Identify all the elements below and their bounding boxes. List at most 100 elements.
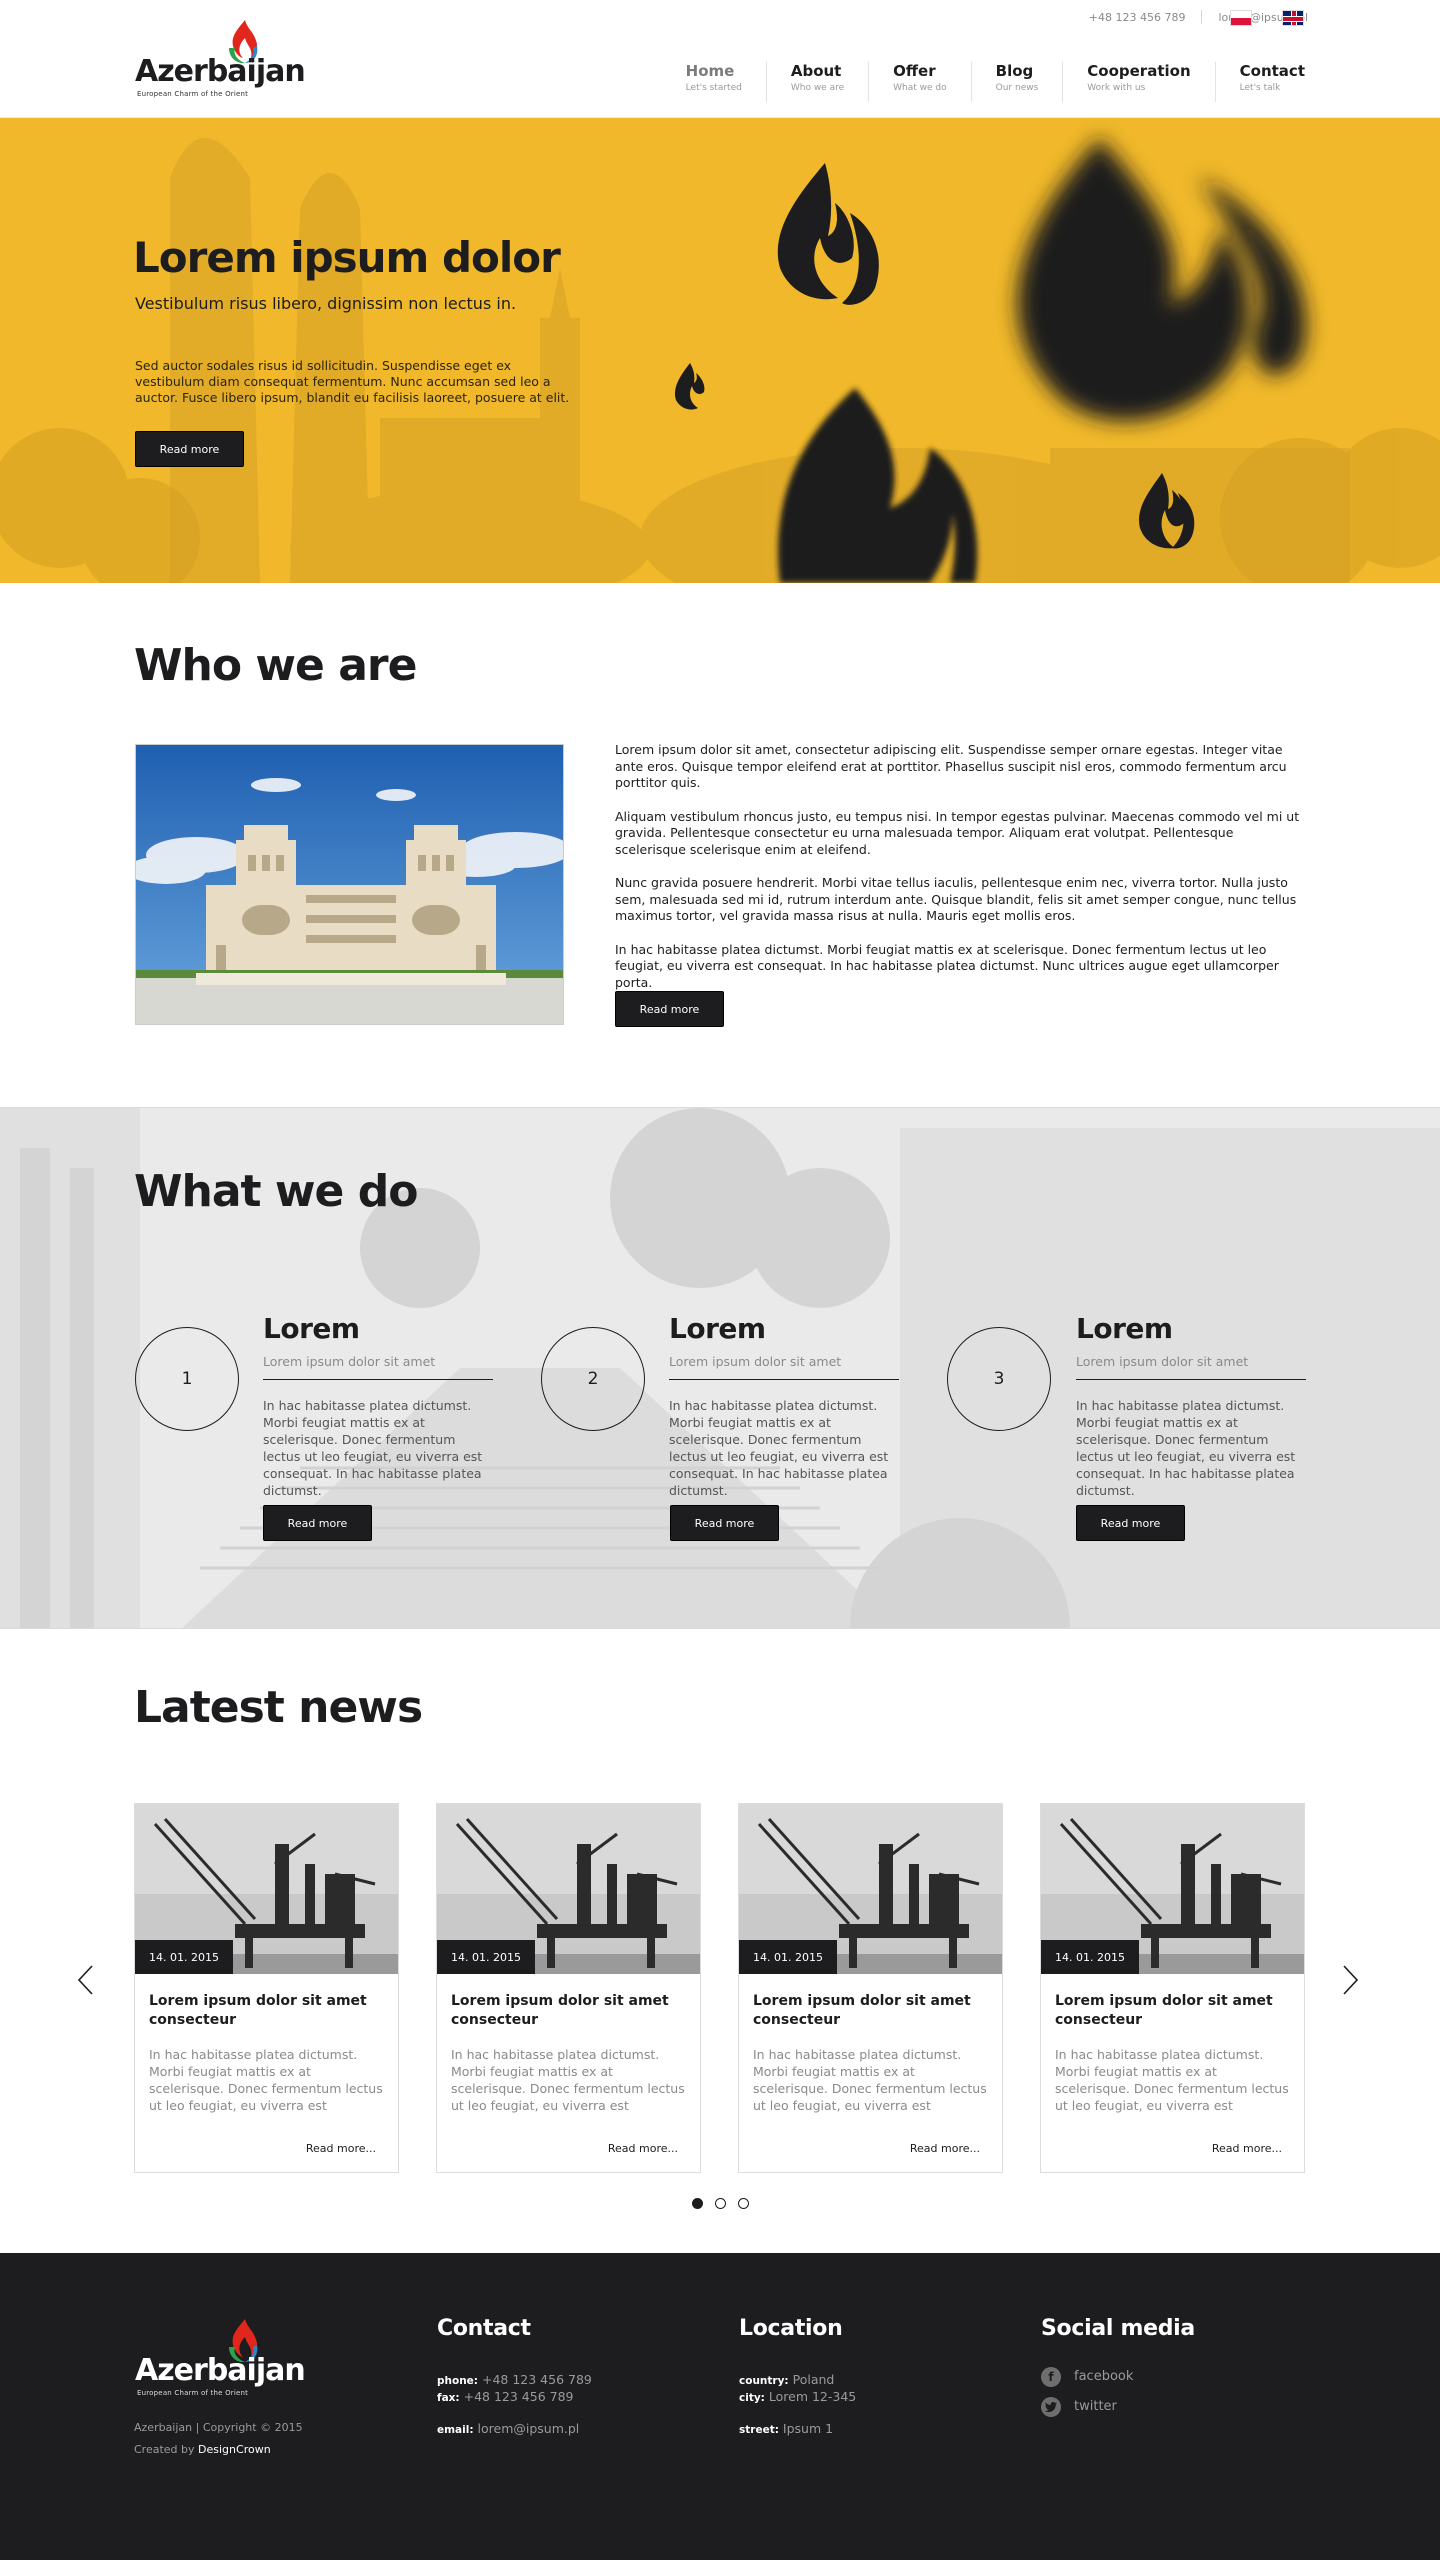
footer-country: country: Poland <box>739 2372 834 2387</box>
news-date-badge: 14. 01. 2015 <box>739 1940 837 1974</box>
what-we-do-heading: What we do <box>134 1166 418 1217</box>
news-read-more-link[interactable]: Read more... <box>1212 2142 1282 2155</box>
service-number-circle: 2 <box>541 1327 645 1431</box>
nav-sublabel: Who we are <box>790 83 845 93</box>
nav-item-home[interactable]: Home Let's started <box>662 62 766 102</box>
news-read-more-link[interactable]: Read more... <box>910 2142 980 2155</box>
service-subtitle: Lorem ipsum dolor sit amet <box>263 1354 493 1380</box>
footer-logo[interactable]: Azerbaijan European Charm of the Orient <box>135 2317 306 2399</box>
building-image <box>136 745 563 1024</box>
site-header: +48 123 456 789 lorem@ipsum.pl Azerbaija… <box>0 0 1440 118</box>
service-read-more-button[interactable]: Read more <box>670 1505 779 1541</box>
nav-sublabel: Let's started <box>685 83 742 93</box>
news-excerpt: In hac habitasse platea dictumst. Morbi … <box>451 2047 685 2113</box>
news-read-more-link[interactable]: Read more... <box>608 2142 678 2155</box>
main-nav: Home Let's started About Who we are Offe… <box>662 62 1305 102</box>
service-subtitle: Lorem ipsum dolor sit amet <box>1076 1354 1306 1380</box>
facebook-link[interactable]: facebook <box>1074 2369 1133 2384</box>
street-label: street: <box>739 2424 779 2436</box>
designcrown-link[interactable]: DesignCrown <box>198 2443 271 2456</box>
hero-background-image <box>0 138 1440 583</box>
nav-item-blog[interactable]: Blog Our news <box>970 62 1063 102</box>
footer-phone: phone: +48 123 456 789 <box>437 2372 592 2387</box>
news-card[interactable]: 14. 01. 2015 Lorem ipsum dolor sit amet … <box>738 1803 1003 2173</box>
nav-sublabel: Let's talk <box>1239 83 1281 93</box>
logo-wordmark: Azerbaijan <box>135 54 306 89</box>
service-read-more-button[interactable]: Read more <box>263 1505 372 1541</box>
copyright-text: Azerbaijan | Copyright © 2015 <box>134 2421 303 2434</box>
nav-item-offer[interactable]: Offer What we do <box>868 62 971 102</box>
government-house-photo <box>135 744 564 1025</box>
news-title[interactable]: Lorem ipsum dolor sit amet consecteur <box>1055 1992 1291 2030</box>
news-date-badge: 14. 01. 2015 <box>1041 1940 1139 1974</box>
street-value: Ipsum 1 <box>782 2421 834 2436</box>
news-card[interactable]: 14. 01. 2015 Lorem ipsum dolor sit amet … <box>134 1803 399 2173</box>
carousel-prev-arrow-icon[interactable] <box>74 1963 98 1997</box>
service-title: Lorem <box>1076 1312 1173 1345</box>
latest-news-heading: Latest news <box>134 1682 423 1733</box>
email-label: email: <box>437 2424 474 2436</box>
fax-value: +48 123 456 789 <box>463 2389 574 2404</box>
news-date-badge: 14. 01. 2015 <box>135 1940 233 1974</box>
who-read-more-button[interactable]: Read more <box>615 991 724 1027</box>
footer-city: city: Lorem 12-345 <box>739 2389 856 2404</box>
carousel-dot[interactable] <box>738 2198 749 2209</box>
service-description: In hac habitasse platea dictumst. Morbi … <box>1076 1398 1296 1498</box>
hero-body-text: Sed auctor sodales risus id sollicitudin… <box>135 358 570 405</box>
service-title: Lorem <box>669 1312 766 1345</box>
nav-label: Contact <box>1239 62 1305 80</box>
header-logo[interactable]: Azerbaijan European Charm of the Orient <box>135 18 306 100</box>
top-contact-info: +48 123 456 789 lorem@ipsum.pl <box>1089 10 1308 24</box>
footer-email: email: lorem@ipsum.pl <box>437 2421 579 2436</box>
nav-item-about[interactable]: About Who we are <box>765 62 868 102</box>
nav-item-contact[interactable]: Contact Let's talk <box>1214 62 1305 102</box>
logo-wordmark: Azerbaijan <box>135 2353 306 2388</box>
hero-subtitle: Vestibulum risus libero, dignissim non l… <box>135 294 517 313</box>
twitter-icon[interactable] <box>1041 2397 1061 2417</box>
nav-sublabel: What we do <box>893 83 947 93</box>
hero-read-more-button[interactable]: Read more <box>135 431 244 467</box>
nav-label: Offer <box>893 62 936 80</box>
logo-tagline: European Charm of the Orient <box>137 90 249 98</box>
carousel-dot-active[interactable] <box>692 2198 703 2209</box>
nav-label: Home <box>685 62 735 80</box>
news-title[interactable]: Lorem ipsum dolor sit amet consecteur <box>149 1992 385 2030</box>
country-label: country: <box>739 2375 789 2387</box>
footer-street: street: Ipsum 1 <box>739 2421 833 2436</box>
nav-label: Blog <box>995 62 1034 80</box>
created-by-label: Created by <box>134 2443 195 2456</box>
country-value: Poland <box>792 2372 835 2387</box>
carousel-next-arrow-icon[interactable] <box>1338 1963 1362 1997</box>
city-label: city: <box>739 2392 765 2404</box>
carousel-dot[interactable] <box>715 2198 726 2209</box>
news-read-more-link[interactable]: Read more... <box>306 2142 376 2155</box>
nav-label: About <box>790 62 842 80</box>
phone-value[interactable]: +48 123 456 789 <box>482 2372 592 2387</box>
news-title[interactable]: Lorem ipsum dolor sit amet consecteur <box>451 1992 687 2030</box>
logo-tagline: European Charm of the Orient <box>137 2389 249 2397</box>
news-excerpt: In hac habitasse platea dictumst. Morbi … <box>753 2047 987 2113</box>
email-value[interactable]: lorem@ipsum.pl <box>478 2421 580 2436</box>
nav-sublabel: Our news <box>995 83 1039 93</box>
who-paragraph: In hac habitasse platea dictumst. Morbi … <box>615 941 1279 990</box>
news-excerpt: In hac habitasse platea dictumst. Morbi … <box>149 2047 383 2113</box>
service-description: In hac habitasse platea dictumst. Morbi … <box>669 1398 889 1498</box>
what-we-do-section: What we do 1 Lorem Lorem ipsum dolor sit… <box>0 1107 1440 1629</box>
facebook-icon[interactable]: f <box>1041 2367 1061 2387</box>
header-phone[interactable]: +48 123 456 789 <box>1089 11 1186 24</box>
twitter-link[interactable]: twitter <box>1074 2399 1117 2414</box>
nav-item-cooperation[interactable]: Cooperation Work with us <box>1062 62 1214 102</box>
news-card[interactable]: 14. 01. 2015 Lorem ipsum dolor sit amet … <box>1040 1803 1305 2173</box>
news-card[interactable]: 14. 01. 2015 Lorem ipsum dolor sit amet … <box>436 1803 701 2173</box>
news-title[interactable]: Lorem ipsum dolor sit amet consecteur <box>753 1992 989 2030</box>
nav-sublabel: Work with us <box>1087 83 1146 93</box>
flag-pl-icon[interactable] <box>1230 10 1252 26</box>
flag-uk-icon[interactable] <box>1282 10 1304 26</box>
service-read-more-button[interactable]: Read more <box>1076 1505 1185 1541</box>
created-by: Created by DesignCrown <box>134 2443 271 2456</box>
site-footer: Azerbaijan European Charm of the Orient … <box>0 2253 1440 2560</box>
city-value: Lorem 12-345 <box>768 2389 857 2404</box>
phone-label: phone: <box>437 2375 479 2387</box>
hero-banner: Lorem ipsum dolor Vestibulum risus liber… <box>0 118 1440 583</box>
footer-social-heading: Social media <box>1041 2316 1195 2341</box>
